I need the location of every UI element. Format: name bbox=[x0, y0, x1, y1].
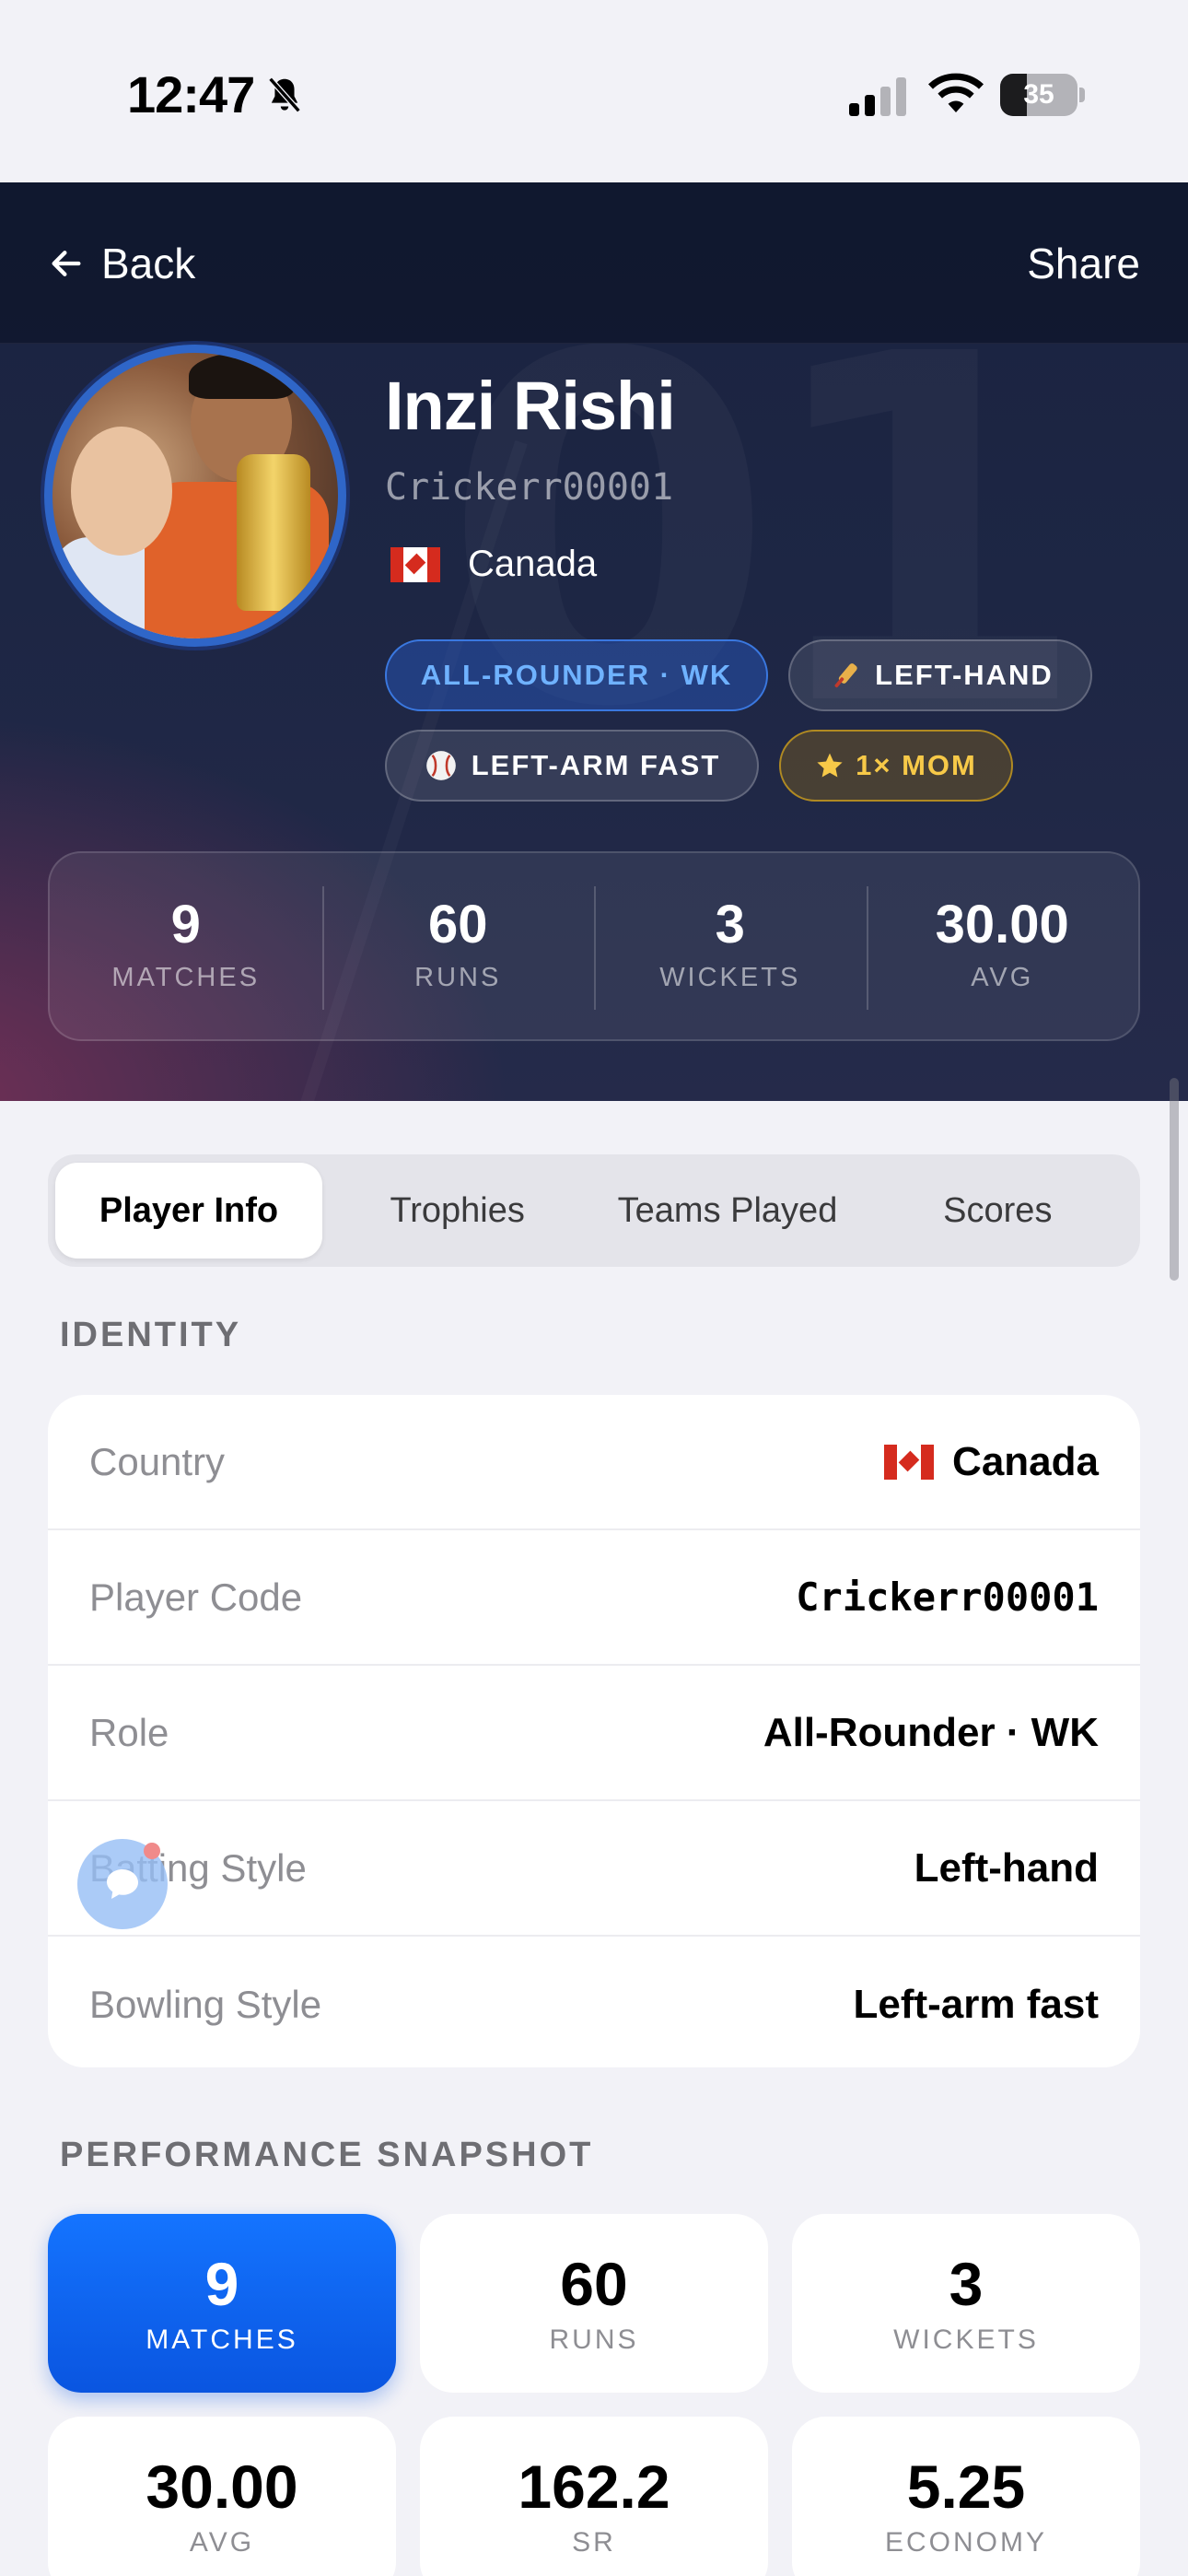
perf-value: 30.00 bbox=[146, 2453, 298, 2521]
share-button[interactable]: Share bbox=[1027, 236, 1140, 291]
info-value: Crickerr00001 bbox=[796, 1575, 1099, 1620]
info-value: Left-hand bbox=[914, 1844, 1099, 1891]
hero-stats-bar: 9 MATCHES 60 RUNS 3 WICKETS 30.00 AVG bbox=[48, 851, 1140, 1041]
back-label: Back bbox=[101, 240, 196, 287]
hero-stat-runs: 60 RUNS bbox=[321, 853, 595, 1039]
player-country: Canada bbox=[390, 544, 597, 585]
identity-section-title: IDENTITY bbox=[60, 1316, 242, 1354]
info-value: Left-arm fast bbox=[853, 1981, 1100, 2027]
role-chip-label: ALL-ROUNDER · WK bbox=[420, 659, 733, 691]
country-value: Canada bbox=[952, 1438, 1099, 1484]
perf-tile-runs[interactable]: 60 RUNS bbox=[420, 2214, 768, 2393]
cricket-bat-icon bbox=[834, 663, 857, 688]
perf-tile-economy[interactable]: 5.25 ECONOMY bbox=[792, 2417, 1140, 2576]
stat-value: 60 bbox=[427, 895, 488, 954]
arrow-left-icon bbox=[52, 251, 81, 276]
perf-label: AVG bbox=[189, 2527, 255, 2558]
batting-chip-label: LEFT-HAND bbox=[875, 659, 1054, 691]
perf-tile-matches[interactable]: 9 MATCHES bbox=[48, 2214, 396, 2393]
perf-value: 5.25 bbox=[906, 2453, 1026, 2521]
info-label: Role bbox=[89, 1710, 169, 1754]
stat-value: 30.00 bbox=[935, 895, 1069, 954]
trophy-icon bbox=[237, 454, 310, 611]
player-hero: 01 Back Share Inzi Rishi Crickerr00001 C… bbox=[0, 182, 1188, 1101]
perf-value: 60 bbox=[560, 2250, 628, 2318]
wifi-icon bbox=[928, 73, 984, 112]
batting-style-chip: LEFT-HAND bbox=[788, 639, 1092, 711]
tab-player-info[interactable]: Player Info bbox=[55, 1163, 322, 1259]
perf-value: 9 bbox=[204, 2250, 239, 2318]
tab-trophies[interactable]: Trophies bbox=[322, 1163, 592, 1259]
bell-muted-icon bbox=[268, 76, 301, 113]
perf-label: RUNS bbox=[549, 2324, 639, 2355]
performance-section-title: PERFORMANCE SNAPSHOT bbox=[60, 2136, 594, 2174]
back-button[interactable]: Back bbox=[48, 236, 195, 291]
perf-label: WICKETS bbox=[893, 2324, 1039, 2355]
perf-tile-sr[interactable]: 162.2 SR bbox=[420, 2417, 768, 2576]
cricket-ball-icon bbox=[425, 751, 456, 780]
canada-flag-icon bbox=[390, 546, 440, 582]
hero-stat-avg: 30.00 AVG bbox=[866, 853, 1139, 1039]
perf-value: 162.2 bbox=[518, 2453, 670, 2521]
info-value: Canada bbox=[884, 1439, 1099, 1485]
identity-card: Country Canada Player Code Crickerr00001… bbox=[48, 1395, 1140, 2067]
stat-label: RUNS bbox=[414, 963, 502, 992]
man-of-match-chip: 1× MOM bbox=[779, 730, 1013, 802]
tab-scores[interactable]: Scores bbox=[863, 1163, 1133, 1259]
top-nav-bar: Back Share bbox=[0, 182, 1188, 344]
info-value: All-Rounder · WK bbox=[763, 1709, 1099, 1755]
info-row-bowling-style: Bowling Style Left-arm fast bbox=[48, 1937, 1140, 2067]
hero-stat-matches: 9 MATCHES bbox=[50, 853, 322, 1039]
stat-value: 9 bbox=[170, 895, 201, 954]
player-code: Crickerr00001 bbox=[385, 466, 674, 509]
perf-value: 3 bbox=[949, 2250, 984, 2318]
cellular-signal-icon bbox=[849, 77, 906, 116]
perf-label: MATCHES bbox=[146, 2324, 298, 2355]
info-label: Country bbox=[89, 1439, 226, 1483]
status-time: 12:47 bbox=[127, 65, 255, 123]
stat-label: AVG bbox=[971, 963, 1034, 992]
chat-button[interactable] bbox=[77, 1839, 168, 1929]
perf-tile-wickets[interactable]: 3 WICKETS bbox=[792, 2214, 1140, 2393]
info-row-batting-style: Batting Style Left-hand bbox=[48, 1801, 1140, 1937]
stat-label: WICKETS bbox=[659, 963, 801, 992]
status-bar: 12:47 35 bbox=[0, 0, 1188, 182]
info-row-player-code: Player Code Crickerr00001 bbox=[48, 1530, 1140, 1666]
stat-value: 3 bbox=[715, 895, 745, 954]
role-chip: ALL-ROUNDER · WK bbox=[385, 639, 768, 711]
profile-tabs: Player Info Trophies Teams Played Scores bbox=[48, 1154, 1140, 1267]
info-label: Player Code bbox=[89, 1575, 303, 1619]
player-name: Inzi Rishi bbox=[385, 368, 676, 444]
perf-label: SR bbox=[572, 2527, 616, 2558]
stat-label: MATCHES bbox=[111, 963, 261, 992]
tab-teams-played[interactable]: Teams Played bbox=[592, 1163, 862, 1259]
info-row-role: Role All-Rounder · WK bbox=[48, 1666, 1140, 1801]
bowling-chip-label: LEFT-ARM FAST bbox=[471, 749, 721, 781]
perf-tile-avg[interactable]: 30.00 AVG bbox=[48, 2417, 396, 2576]
battery-level-text: 35 bbox=[1023, 79, 1054, 110]
canada-flag-icon bbox=[884, 1444, 935, 1480]
scrollbar[interactable] bbox=[1170, 1078, 1179, 1281]
bowling-style-chip: LEFT-ARM FAST bbox=[385, 730, 759, 802]
country-name: Canada bbox=[468, 544, 598, 584]
battery-icon: 35 bbox=[1000, 74, 1085, 116]
star-icon bbox=[817, 753, 843, 778]
info-row-country: Country Canada bbox=[48, 1395, 1140, 1530]
hero-stat-wickets: 3 WICKETS bbox=[594, 853, 867, 1039]
player-avatar bbox=[44, 345, 346, 647]
info-label: Bowling Style bbox=[89, 1982, 322, 2026]
chat-icon bbox=[107, 1869, 138, 1899]
perf-label: ECONOMY bbox=[884, 2527, 1047, 2558]
mom-chip-label: 1× MOM bbox=[856, 749, 977, 781]
